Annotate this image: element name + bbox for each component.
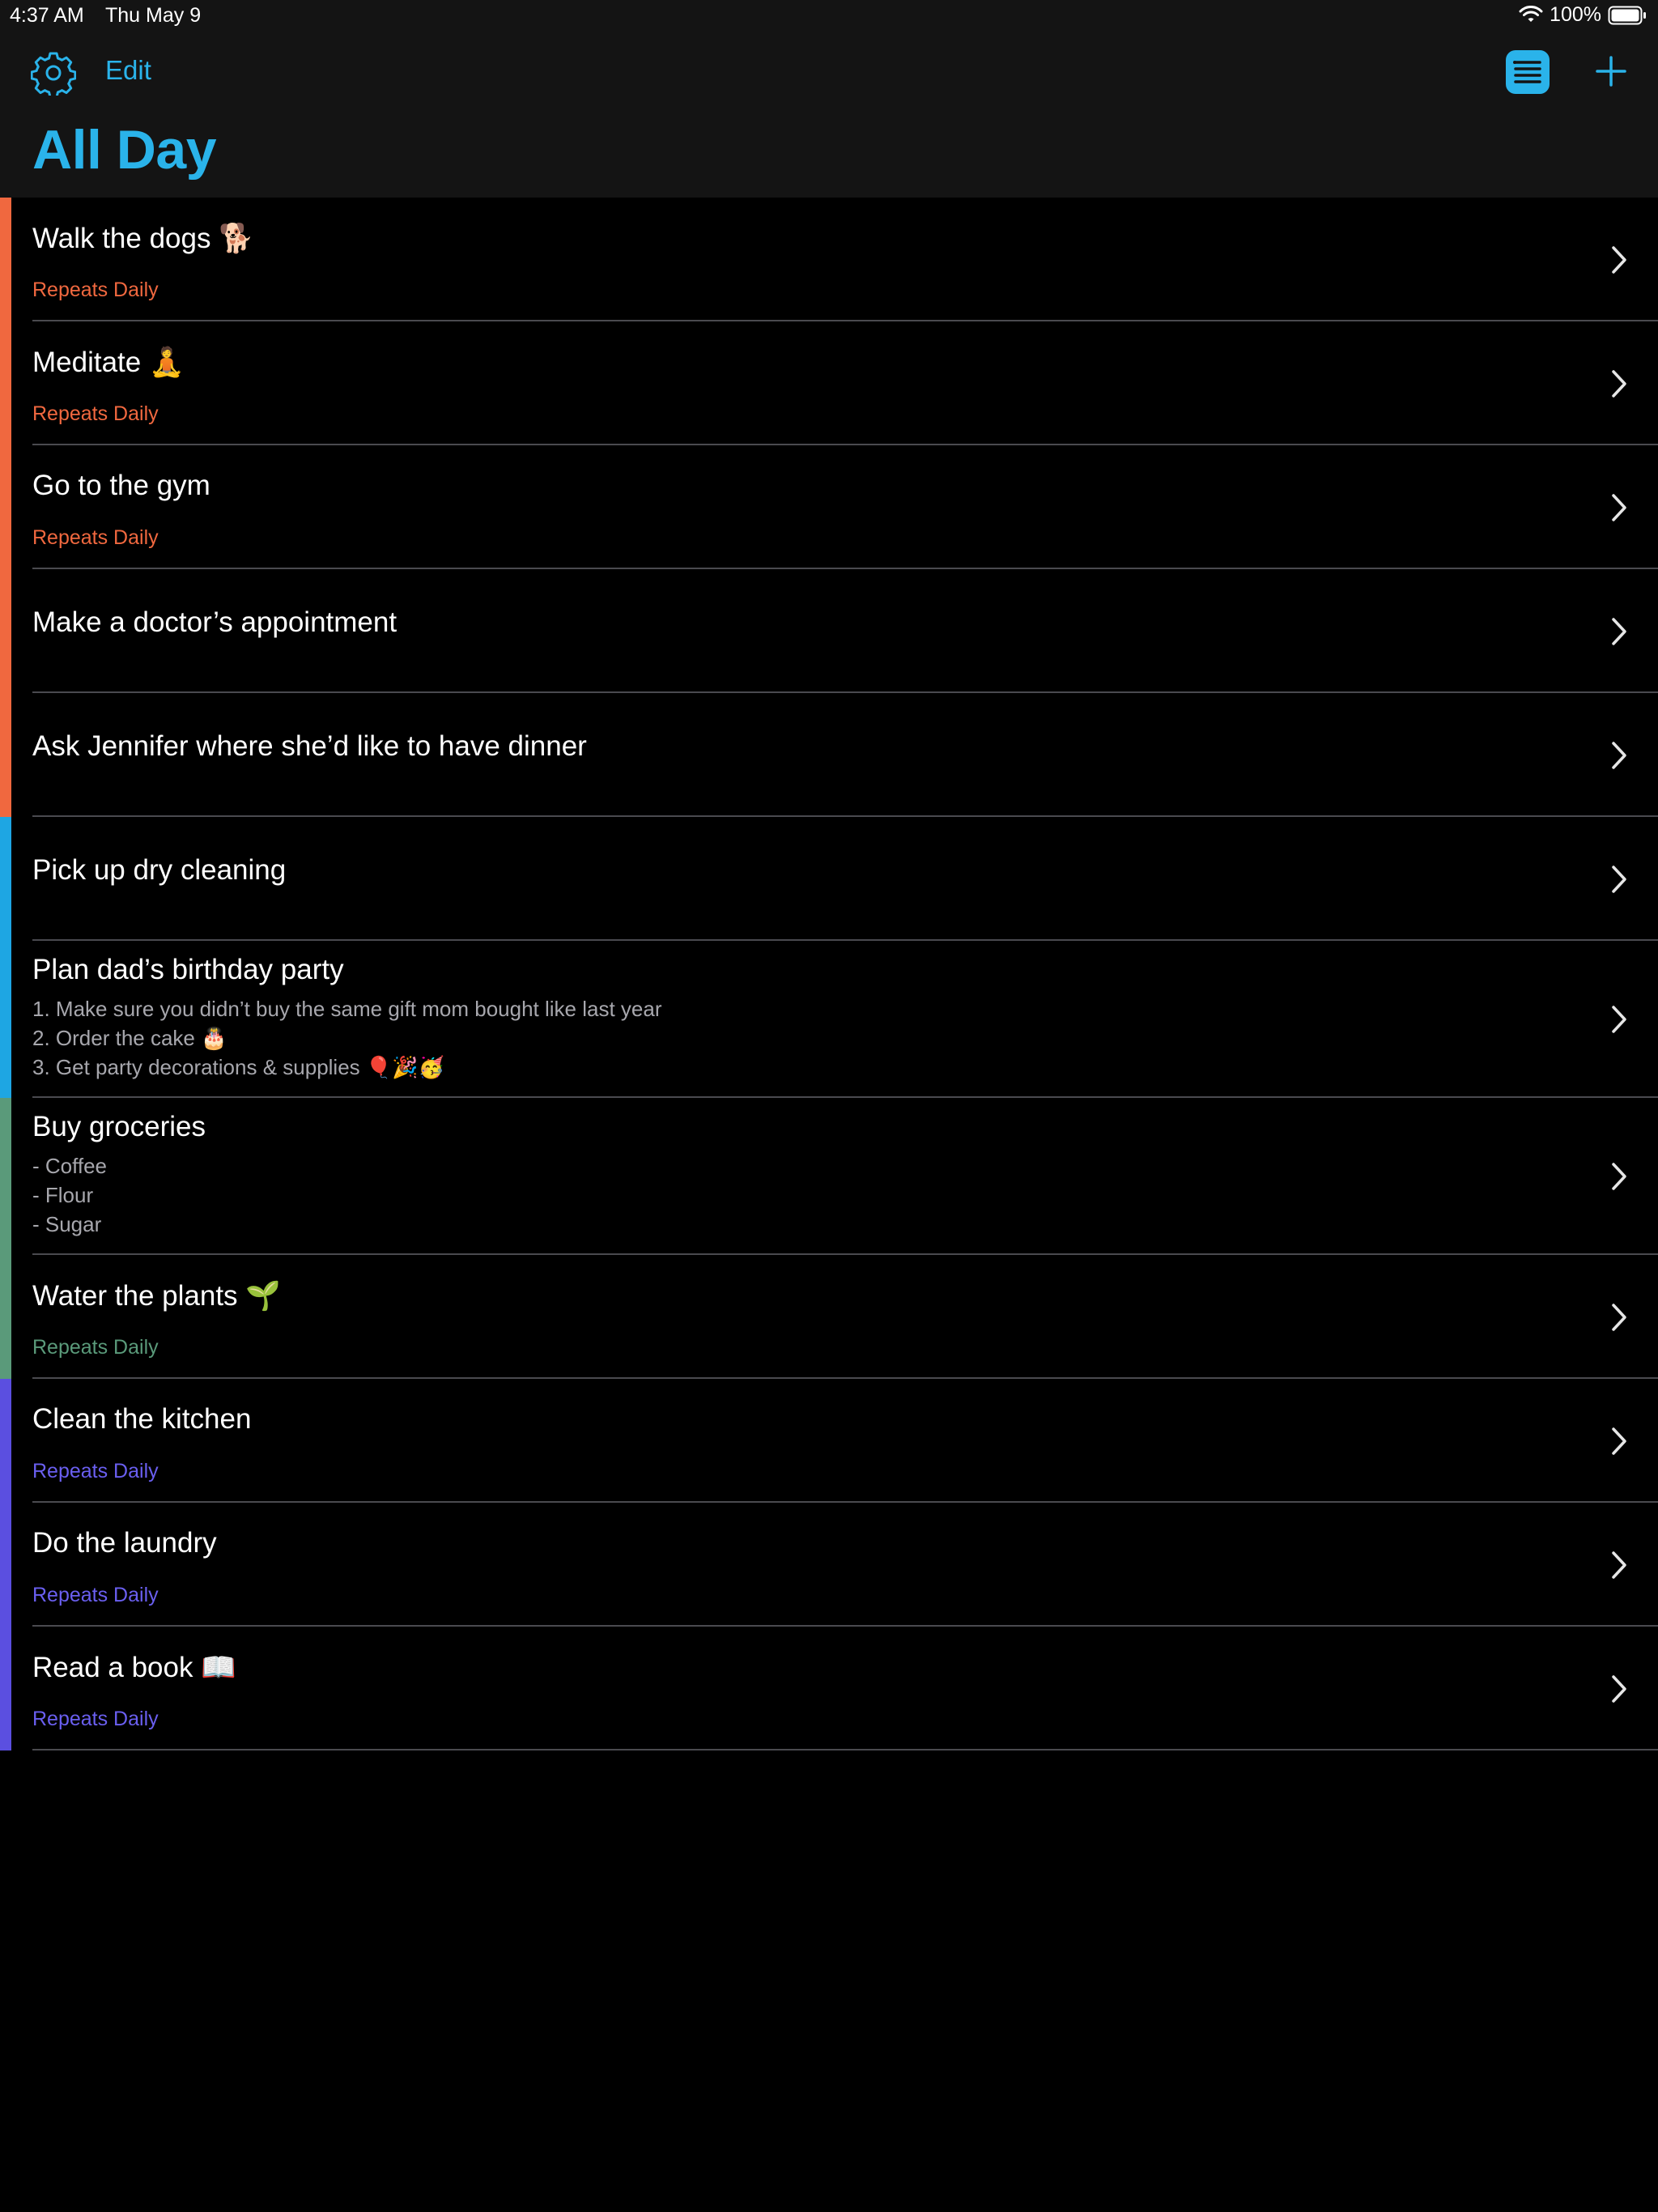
edit-button[interactable]: Edit <box>105 55 151 86</box>
task-note-line: - Flour <box>32 1183 94 1207</box>
task-repeat-label: Repeats Daily <box>32 1336 159 1359</box>
task-row[interactable]: Plan dad’s birthday party 1. Make sure yo… <box>0 941 1658 1098</box>
chevron-right-icon <box>1609 739 1629 772</box>
task-color-bar <box>0 569 11 693</box>
battery-percent: 100% <box>1550 3 1601 26</box>
task-title: Do the laundry <box>32 1527 217 1559</box>
task-color-bar <box>0 1627 11 1750</box>
task-row[interactable]: Go to the gym Repeats Daily <box>0 445 1658 569</box>
task-notes: 1. Make sure you didn’t buy the same gif… <box>32 994 662 1082</box>
task-title: Walk the dogs 🐕 <box>32 223 254 254</box>
task-color-bar <box>0 1503 11 1627</box>
task-color-bar <box>0 321 11 445</box>
task-repeat-label: Repeats Daily <box>32 526 159 549</box>
status-indicators: 100% <box>1519 3 1647 27</box>
task-row[interactable]: Ask Jennifer where she’d like to have di… <box>0 693 1658 817</box>
task-note-line: 3. Get party decorations & supplies 🎈🎉🥳 <box>32 1055 445 1079</box>
chevron-right-icon <box>1609 1673 1629 1705</box>
task-color-bar <box>0 941 11 1098</box>
chevron-right-icon <box>1609 1003 1629 1036</box>
task-color-bar <box>0 1098 11 1255</box>
chevron-right-icon <box>1609 1160 1629 1193</box>
task-title: Pick up dry cleaning <box>32 854 287 886</box>
plus-icon <box>1595 56 1627 91</box>
list-view-icon <box>1506 50 1550 94</box>
task-repeat-label: Repeats Daily <box>32 279 159 301</box>
task-color-bar <box>0 198 11 321</box>
task-title: Clean the kitchen <box>32 1403 252 1435</box>
task-title: Go to the gym <box>32 470 210 501</box>
task-note-line: 1. Make sure you didn’t buy the same gif… <box>32 997 662 1021</box>
navigation-header: Edit All Day <box>0 32 1658 198</box>
task-repeat-label: Repeats Daily <box>32 1584 159 1606</box>
task-title: Read a book 📖 <box>32 1652 236 1683</box>
task-row[interactable]: Pick up dry cleaning <box>0 817 1658 941</box>
task-title: Meditate 🧘 <box>32 347 185 378</box>
task-color-bar <box>0 817 11 941</box>
task-title: Ask Jennifer where she’d like to have di… <box>32 730 587 762</box>
task-row[interactable]: Clean the kitchen Repeats Daily <box>0 1379 1658 1503</box>
status-date: Thu May 9 <box>105 4 202 27</box>
task-color-bar <box>0 693 11 817</box>
task-row[interactable]: Buy groceries - Coffee - Flour - Sugar <box>0 1098 1658 1255</box>
chevron-right-icon <box>1609 1549 1629 1581</box>
page-title: All Day <box>32 119 217 181</box>
task-note-line: - Sugar <box>32 1212 102 1236</box>
task-list: Walk the dogs 🐕 Repeats Daily Meditate 🧘 Re… <box>0 198 1658 1750</box>
task-color-bar <box>0 1255 11 1379</box>
chevron-right-icon <box>1609 244 1629 276</box>
task-title: Plan dad’s birthday party <box>32 954 344 985</box>
task-row[interactable]: Make a doctor’s appointment <box>0 569 1658 693</box>
task-row[interactable]: Meditate 🧘 Repeats Daily <box>0 321 1658 445</box>
add-task-button[interactable] <box>1595 55 1627 87</box>
task-color-bar <box>0 445 11 569</box>
chevron-right-icon <box>1609 615 1629 648</box>
chevron-right-icon <box>1609 491 1629 524</box>
task-note-line: - Coffee <box>32 1154 108 1178</box>
task-title: Make a doctor’s appointment <box>32 606 397 638</box>
wifi-icon <box>1519 5 1543 25</box>
task-row[interactable]: Read a book 📖 Repeats Daily <box>0 1627 1658 1750</box>
task-notes: - Coffee - Flour - Sugar <box>32 1151 107 1239</box>
status-time: 4:37 AM <box>10 4 84 27</box>
status-bar: 4:37 AM Thu May 9 100% <box>0 0 1658 32</box>
chevron-right-icon <box>1609 368 1629 400</box>
list-view-button[interactable] <box>1506 50 1550 94</box>
task-repeat-label: Repeats Daily <box>32 1708 159 1730</box>
task-row[interactable]: Do the laundry Repeats Daily <box>0 1503 1658 1627</box>
task-row[interactable]: Walk the dogs 🐕 Repeats Daily <box>0 198 1658 321</box>
chevron-right-icon <box>1609 1301 1629 1334</box>
task-note-line: 2. Order the cake 🎂 <box>32 1026 227 1050</box>
battery-icon <box>1608 6 1647 25</box>
task-color-bar <box>0 1379 11 1503</box>
task-repeat-label: Repeats Daily <box>32 1460 159 1482</box>
chevron-right-icon <box>1609 863 1629 895</box>
task-title: Buy groceries <box>32 1111 206 1142</box>
row-divider <box>32 1749 1658 1750</box>
chevron-right-icon <box>1609 1425 1629 1457</box>
task-title: Water the plants 🌱 <box>32 1280 281 1312</box>
task-repeat-label: Repeats Daily <box>32 402 159 425</box>
settings-button[interactable] <box>30 50 77 99</box>
gear-icon <box>30 52 77 99</box>
task-row[interactable]: Water the plants 🌱 Repeats Daily <box>0 1255 1658 1379</box>
